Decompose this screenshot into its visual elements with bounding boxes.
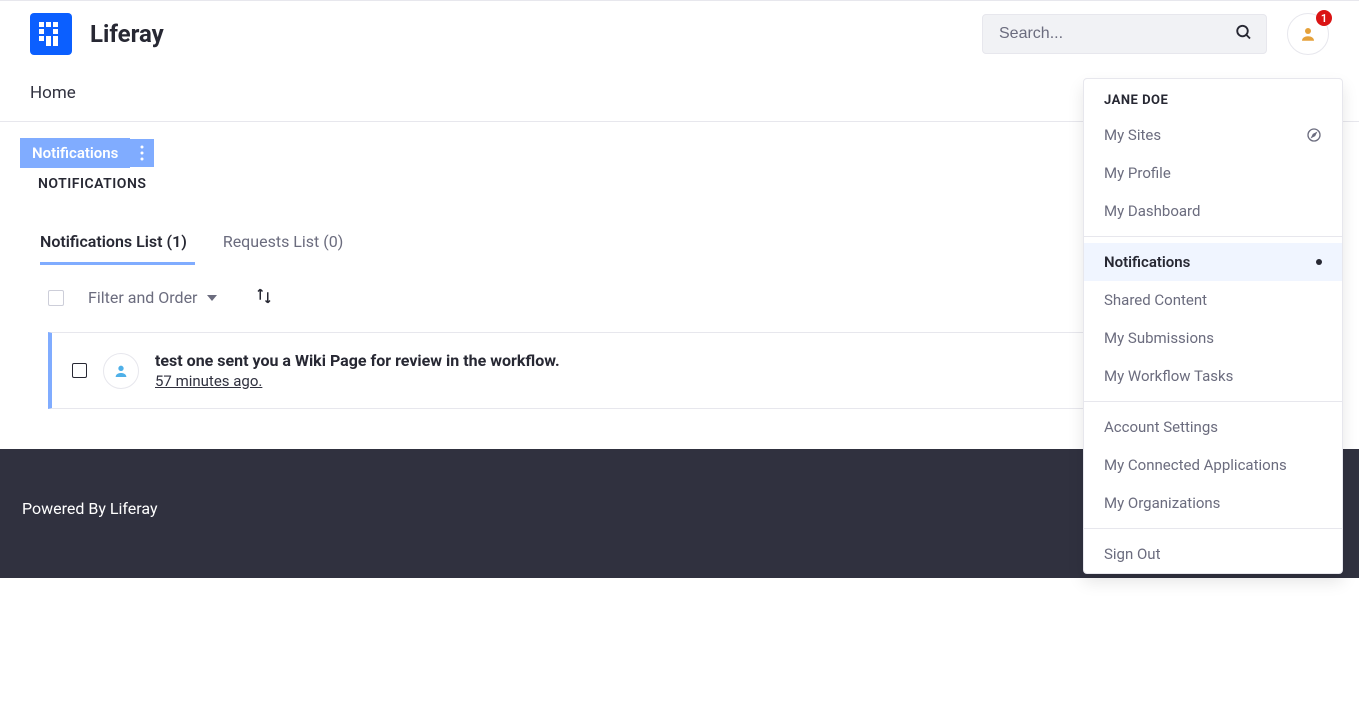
- user-icon: [113, 363, 129, 379]
- brand-name[interactable]: Liferay: [90, 20, 982, 48]
- menu-separator: [1084, 401, 1342, 402]
- menu-sign-out[interactable]: Sign Out: [1084, 535, 1342, 573]
- tab-requests-list[interactable]: Requests List (0): [223, 222, 361, 263]
- item-avatar: [103, 353, 139, 389]
- breadcrumb-pill[interactable]: Notifications: [20, 138, 130, 168]
- select-all-checkbox[interactable]: [48, 290, 64, 306]
- compass-icon: [1306, 127, 1322, 143]
- sort-button[interactable]: [251, 283, 277, 312]
- sort-icon: [255, 287, 273, 305]
- menu-account-settings[interactable]: Account Settings: [1084, 408, 1342, 446]
- menu-notifications[interactable]: Notifications: [1084, 243, 1342, 281]
- breadcrumb-pill-more[interactable]: [130, 139, 154, 167]
- tab-notifications-list[interactable]: Notifications List (1): [40, 222, 205, 263]
- search-input[interactable]: [982, 14, 1267, 54]
- menu-my-sites[interactable]: My Sites: [1084, 116, 1342, 154]
- user-avatar-wrap: 1: [1287, 13, 1329, 55]
- unread-dot-icon: [1316, 259, 1322, 265]
- logo-icon: [39, 22, 63, 46]
- menu-my-workflow-tasks[interactable]: My Workflow Tasks: [1084, 357, 1342, 395]
- menu-shared-content[interactable]: Shared Content: [1084, 281, 1342, 319]
- topbar: Liferay 1: [0, 0, 1359, 67]
- nav-home[interactable]: Home: [30, 83, 76, 103]
- menu-my-profile[interactable]: My Profile: [1084, 154, 1342, 192]
- caret-down-icon: [207, 295, 217, 301]
- search-button[interactable]: [1229, 18, 1259, 51]
- menu-label: My Sites: [1104, 126, 1161, 144]
- filter-label: Filter and Order: [88, 288, 197, 307]
- menu-separator: [1084, 528, 1342, 529]
- search-icon: [1235, 24, 1253, 42]
- item-checkbox[interactable]: [72, 363, 87, 378]
- menu-my-submissions[interactable]: My Submissions: [1084, 319, 1342, 357]
- notification-badge: 1: [1316, 10, 1332, 26]
- menu-separator: [1084, 236, 1342, 237]
- user-dropdown: JANE DOE My Sites My Profile My Dashboar…: [1083, 78, 1343, 574]
- dropdown-user-name: JANE DOE: [1084, 79, 1342, 116]
- search-wrap: [982, 14, 1267, 54]
- menu-label: Notifications: [1104, 253, 1190, 271]
- menu-my-organizations[interactable]: My Organizations: [1084, 484, 1342, 522]
- brand-logo[interactable]: [30, 13, 72, 55]
- filter-order-button[interactable]: Filter and Order: [88, 288, 217, 307]
- dots-vertical-icon: [140, 145, 144, 161]
- user-icon: [1299, 25, 1317, 43]
- menu-my-dashboard[interactable]: My Dashboard: [1084, 192, 1342, 230]
- menu-connected-apps[interactable]: My Connected Applications: [1084, 446, 1342, 484]
